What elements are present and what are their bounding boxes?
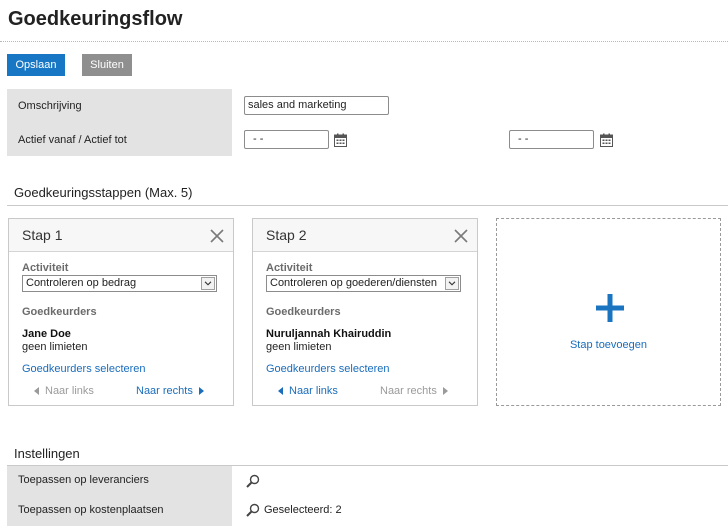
active-period-label: Actief vanaf / Actief tot [18,134,127,146]
description-input[interactable]: sales and marketing [244,96,389,115]
move-right-label: Naar rechts [380,385,437,397]
suppliers-label: Toepassen op leveranciers [18,474,149,486]
step-header: Stap 1 [9,219,233,252]
page-title: Goedkeuringsflow [8,8,183,30]
step-card: Stap 2 Activiteit Controleren op goedere… [252,218,478,406]
steps-section-title: Goedkeuringsstappen (Max. 5) [14,185,193,200]
arrow-right-icon [198,387,204,395]
select-approvers-link[interactable]: Goedkeurders selecteren [266,363,390,375]
move-left-button[interactable]: Naar links [278,385,338,397]
arrow-left-icon [278,387,283,395]
add-step-label: Stap toevoegen [569,339,648,351]
arrow-right-icon [442,387,448,395]
plus-icon [596,294,624,322]
activity-select[interactable]: Controleren op bedrag [22,275,217,292]
activity-select[interactable]: Controleren op goederen/diensten [266,275,461,292]
close-button[interactable]: Sluiten [82,54,132,76]
step-title: Stap 2 [266,227,307,243]
approver-limit: geen limieten [22,341,88,353]
save-button[interactable]: Opslaan [7,54,65,76]
approver-name: Jane Doe [22,328,71,340]
move-right-button[interactable]: Naar rechts [136,385,204,397]
chevron-down-icon [201,277,215,290]
move-right-label: Naar rechts [136,385,193,397]
step-header: Stap 2 [253,219,477,252]
steps-divider [7,205,728,206]
approvers-label: Goedkeurders [22,306,97,318]
active-from-input[interactable]: - - [244,130,329,149]
move-left-label: Naar links [289,385,338,397]
approver-name: Nuruljannah Khairuddin [266,328,392,340]
close-icon[interactable] [453,228,469,244]
magnifier-icon[interactable] [246,474,260,488]
activity-select-value: Controleren op bedrag [26,277,137,289]
activity-select-value: Controleren op goederen/diensten [270,277,437,289]
add-step-card[interactable]: Stap toevoegen [496,218,721,406]
costcenters-selected-count: Geselecteerd: 2 [264,504,342,516]
description-label: Omschrijving [18,100,82,112]
calendar-icon[interactable] [334,133,347,147]
title-divider [0,41,728,42]
costcenters-label: Toepassen op kostenplaatsen [18,504,164,516]
move-left-button: Naar links [34,385,94,397]
activity-label: Activiteit [266,262,313,274]
approver-limit: geen limieten [266,341,332,353]
move-right-button: Naar rechts [380,385,448,397]
step-card: Stap 1 Activiteit Controleren op bedrag … [8,218,234,406]
activity-label: Activiteit [22,262,69,274]
approvers-label: Goedkeurders [266,306,341,318]
magnifier-icon[interactable] [246,503,260,517]
close-icon[interactable] [209,228,225,244]
step-title: Stap 1 [22,227,63,243]
chevron-down-icon [445,277,459,290]
calendar-icon[interactable] [600,133,613,147]
move-left-label: Naar links [45,385,94,397]
settings-section-title: Instellingen [14,446,80,461]
select-approvers-link[interactable]: Goedkeurders selecteren [22,363,146,375]
arrow-left-icon [34,387,39,395]
active-to-input[interactable]: - - [509,130,594,149]
